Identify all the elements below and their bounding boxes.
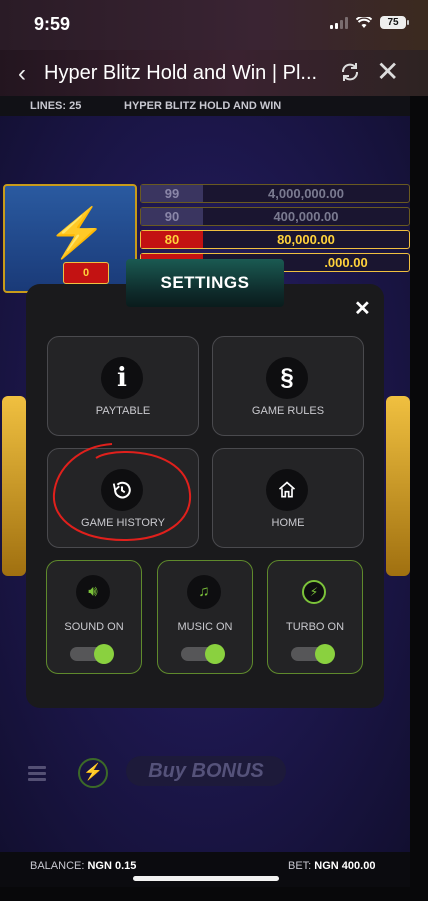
close-icon[interactable]: ✕ [376,58,399,86]
paytable-row: 99 4,000,000.00 [140,184,410,203]
reel-frame-left [2,396,26,576]
battery-icon: 75 [380,16,409,29]
lines-label: LINES: 25 [30,100,82,112]
game-history-button[interactable]: GAME HISTORY [47,448,199,548]
game-rules-label: GAME RULES [251,405,325,417]
payout-value: .000.00 [324,255,368,270]
section-icon: § [266,357,308,399]
bolt-icon: ⚡︎ [302,580,326,604]
switch-knob [205,644,225,664]
balance-display: BALANCE: NGN 0.15 [30,860,136,872]
balance-value: NGN 0.15 [87,860,137,872]
lightning-icon: ⚡ [47,207,107,260]
paytable-row: 80 80,000.00 [140,230,410,249]
clock: 9:59 [34,14,71,34]
bolt-counter-value: 0 [82,267,90,279]
multiplier: 90 [141,208,203,225]
back-chevron-icon[interactable]: ‹ [18,60,26,88]
bet-label: BET: [288,860,312,872]
signal-icon [330,16,348,29]
settings-title: SETTINGS [126,259,284,307]
footer-bar: BALANCE: NGN 0.15 BET: NGN 400.00 [0,852,410,887]
bolt-counter: 0 [63,262,109,284]
reel-frame-right [386,396,410,576]
payout-value: 80,000.00 [277,232,335,247]
speaker-icon: 🔊︎ [76,575,110,609]
close-settings-icon[interactable]: ✕ [354,296,371,321]
info-icon: i [101,357,143,399]
home-icon [266,469,308,511]
screen-edge [410,96,428,887]
game-rules-button[interactable]: § GAME RULES [212,336,364,436]
screen-bottom [0,887,428,901]
payout-value: 400,000.00 [273,209,339,224]
sound-toggle[interactable]: 🔊︎ SOUND ON [46,560,142,674]
multiplier: 80 [141,231,203,248]
balance-label: BALANCE: [30,860,85,872]
turbo-label: TURBO ON [285,621,345,633]
paytable-row: 90 400,000.00 [140,207,410,226]
buy-bonus-button[interactable]: Buy BONUS [126,756,286,786]
game-info-bar: LINES: 25 HYPER BLITZ HOLD AND WIN [0,96,410,116]
music-label: MUSIC ON [177,621,233,633]
browser-bar: ‹ Hyper Blitz Hold and Win | Pl... ✕ [0,50,428,96]
sound-switch[interactable] [70,644,114,664]
bet-value: NGN 400.00 [314,860,376,872]
turbo-bolt-icon[interactable]: ⚡ [78,758,108,788]
home-indicator[interactable] [133,876,279,881]
page-title: Hyper Blitz Hold and Win | Pl... [44,62,318,84]
turbo-switch[interactable] [291,644,335,664]
settings-panel: ✕ i PAYTABLE § GAME RULES GAME HISTORY H… [26,284,384,708]
switch-knob [315,644,335,664]
bet-display: BET: NGN 400.00 [288,860,375,872]
switch-knob [94,644,114,664]
payout-value: 4,000,000.00 [268,186,344,201]
game-name-label: HYPER BLITZ HOLD AND WIN [124,100,282,112]
reload-icon[interactable] [338,60,362,84]
multiplier: 99 [141,185,203,202]
sound-label: SOUND ON [64,621,124,633]
music-toggle[interactable]: ♫ MUSIC ON [157,560,253,674]
menu-icon[interactable] [28,766,46,781]
game-history-label: GAME HISTORY [81,517,165,529]
music-icon: ♫ [187,575,221,609]
status-icons: 75 [330,16,409,29]
status-bar: 9:59 75 [0,0,428,50]
home-label: HOME [271,517,305,529]
music-switch[interactable] [181,644,225,664]
paytable-button[interactable]: i PAYTABLE [47,336,199,436]
home-button[interactable]: HOME [212,448,364,548]
wifi-icon [356,16,372,28]
turbo-toggle[interactable]: ⚡︎ TURBO ON [267,560,363,674]
paytable-label: PAYTABLE [95,405,151,417]
history-icon [101,469,143,511]
